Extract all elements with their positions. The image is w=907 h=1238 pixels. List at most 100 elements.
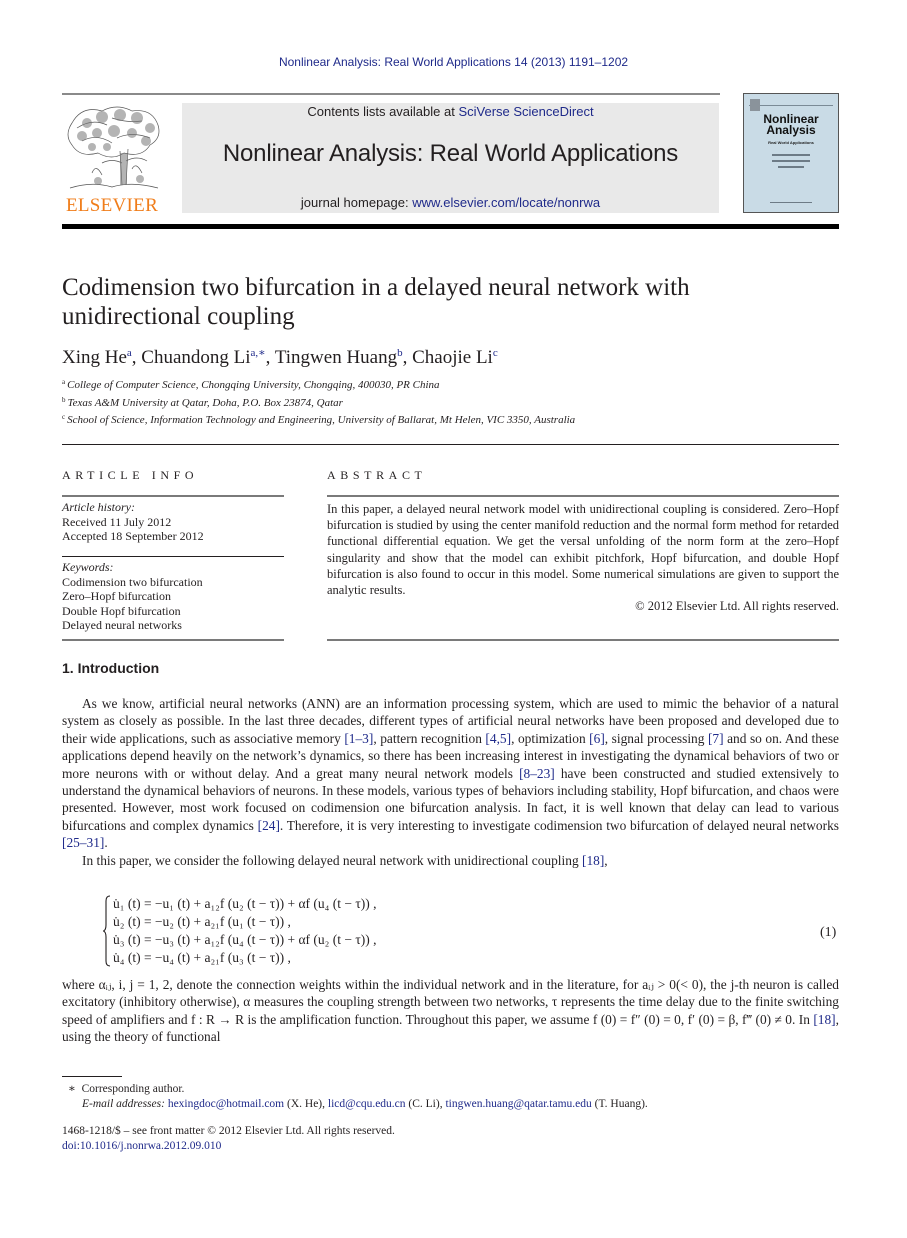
running-head[interactable]: Nonlinear Analysis: Real World Applicati… (0, 55, 907, 69)
email-label: E-mail addresses: (82, 1098, 165, 1110)
keywords-block: Keywords: Codimension two bifurcation Ze… (62, 560, 284, 633)
paragraph-text: . (104, 835, 108, 851)
elsevier-wordmark[interactable]: ELSEVIER (62, 195, 162, 217)
cover-title: Nonlinear Analysis (744, 113, 838, 137)
section-heading-introduction: 1. Introduction (62, 660, 160, 676)
accepted-date: Accepted 18 September 2012 (62, 529, 204, 543)
masthead-rule (62, 93, 720, 95)
paragraph-text: , (604, 852, 608, 868)
keyword: Double Hopf bifurcation (62, 603, 181, 618)
affiliation: a College of Computer Science, Chongqing … (62, 378, 440, 391)
email-owner: (T. Huang). (591, 1098, 648, 1110)
cover-subtitle: Real World Applications (768, 140, 814, 145)
homepage-prefix: journal homepage: (300, 195, 413, 210)
doi-link[interactable]: doi:10.1016/j.nonrwa.2012.09.010 (62, 1140, 221, 1152)
article-info-bottom-rule (62, 639, 284, 641)
article-info-rule (62, 495, 284, 497)
abstract-copyright: © 2012 Elsevier Ltd. All rights reserved… (635, 599, 839, 614)
affiliation-marker[interactable]: c (493, 347, 498, 359)
affiliation-marker[interactable]: a,∗ (251, 347, 266, 359)
paragraph-text: . Therefore, it is very interesting to i… (279, 817, 839, 833)
author-separator: , (402, 347, 413, 368)
abstract: In this paper, a delayed neural network … (327, 501, 839, 614)
author[interactable]: Chaojie Lic (412, 347, 498, 368)
corresponding-author-note: ∗ Corresponding author. (68, 1081, 184, 1095)
intro-paragraph-1: As we know, artificial neural networks (… (62, 695, 839, 869)
email-owner: (C. Li), (405, 1098, 446, 1110)
author-name: Chaojie Li (412, 347, 493, 368)
citation-link[interactable]: [25–31] (62, 835, 104, 850)
cover-logo-box (750, 99, 760, 111)
article-title: Codimension two bifurcation in a delayed… (62, 274, 690, 330)
citation-link[interactable]: [4,5] (485, 731, 511, 746)
email-owner: (X. He), (284, 1098, 328, 1110)
email-link[interactable]: hexingdoc@hotmail.com (168, 1098, 284, 1110)
citation-link[interactable]: [8–23] (519, 766, 555, 781)
citation-link[interactable]: [18] (813, 1012, 835, 1027)
homepage-line: journal homepage: www.elsevier.com/locat… (182, 195, 719, 210)
author-name: Xing He (62, 347, 127, 368)
author-separator: , (265, 347, 275, 368)
cover-text-line (772, 154, 810, 156)
homepage-link[interactable]: www.elsevier.com/locate/nonrwa (412, 195, 600, 210)
footnote-marker: ∗ (68, 1083, 76, 1095)
footnote-text: Corresponding author. (81, 1083, 185, 1095)
citation-link[interactable]: [7] (708, 731, 724, 746)
author[interactable]: Xing Hea (62, 347, 132, 368)
cover-text-line (770, 202, 812, 203)
keyword: Codimension two bifurcation (62, 574, 203, 589)
citation-link[interactable]: [24] (258, 818, 280, 833)
affiliation-label: c (62, 413, 66, 421)
cover-text-line (772, 160, 810, 162)
email-link[interactable]: tingwen.huang@qatar.tamu.edu (445, 1098, 591, 1110)
history-label: Article history: (62, 500, 135, 514)
left-brace-icon (103, 895, 111, 967)
author[interactable]: Chuandong Lia,∗ (141, 347, 265, 368)
journal-cover-thumbnail[interactable]: Nonlinear Analysis Real World Applicatio… (743, 93, 839, 213)
equation-line: u̇₁ (t) = −u₁ (t) + a₁₂f (u₂ (t − τ)) + … (113, 896, 377, 911)
affiliation-text: College of Computer Science, Chongqing U… (67, 379, 440, 391)
author-separator: , (131, 347, 142, 368)
citation-link[interactable]: [1–3] (344, 731, 373, 746)
author-name: Chuandong Li (141, 347, 251, 368)
affiliation-label: b (62, 396, 66, 404)
author-name: Tingwen Huang (274, 347, 398, 368)
keyword: Zero–Hopf bifurcation (62, 589, 171, 603)
keywords-label: Keywords: (62, 560, 114, 574)
affiliation-text: Texas A&M University at Qatar, Doha, P.O… (67, 397, 343, 409)
author[interactable]: Tingwen Huangb (275, 347, 403, 368)
citation-link[interactable]: [6] (589, 731, 605, 746)
email-link[interactable]: licd@cqu.edu.cn (328, 1098, 406, 1110)
sciencedirect-link[interactable]: SciVerse ScienceDirect (458, 104, 593, 119)
equation-lines: u̇₁ (t) = −u₁ (t) + a₁₂f (u₂ (t − τ)) + … (113, 895, 377, 967)
paragraph-text: where αᵢⱼ, i, j = 1, 2, denote the conne… (62, 977, 839, 1027)
affiliation-label: a (62, 378, 66, 386)
author-list: Xing Hea, Chuandong Lia,∗, Tingwen Huang… (62, 346, 498, 369)
paragraph-text: , pattern recognition (373, 730, 486, 746)
intro-paragraph-3: where αᵢⱼ, i, j = 1, 2, denote the conne… (62, 976, 839, 1046)
affiliation-text: School of Science, Information Technolog… (67, 414, 576, 426)
citation-link[interactable]: [18] (582, 853, 604, 868)
paragraph-text: , signal processing (604, 730, 708, 746)
issn-line: 1468-1218/$ – see front matter © 2012 El… (62, 1125, 395, 1137)
affiliation: c School of Science, Information Technolo… (62, 413, 575, 426)
abstract-bottom-rule (327, 639, 839, 641)
equation-line: u̇₂ (t) = −u₂ (t) + a₂₁f (u₁ (t − τ)) , (113, 914, 291, 929)
header-divider (62, 444, 839, 445)
paragraph: where αᵢⱼ, i, j = 1, 2, denote the conne… (62, 976, 839, 1046)
contents-prefix: Contents lists available at (307, 104, 459, 119)
paragraph-text: , optimization (511, 730, 590, 746)
footnote-rule (62, 1076, 122, 1077)
cover-title-line2: Analysis (766, 123, 816, 137)
affiliation: b Texas A&M University at Qatar, Doha, P.… (62, 396, 343, 409)
abstract-text: In this paper, a delayed neural network … (327, 502, 839, 598)
journal-title: Nonlinear Analysis: Real World Applicati… (222, 140, 679, 167)
contents-line: Contents lists available at SciVerse Sci… (182, 104, 719, 119)
doi-text[interactable]: doi:10.1016/j.nonrwa.2012.09.010 (62, 1140, 221, 1152)
equation-line: u̇₄ (t) = −u₄ (t) + a₂₁f (u₃ (t − τ)) , (113, 950, 291, 965)
article-info-heading: ARTICLE INFO (62, 468, 199, 482)
history-divider (62, 556, 284, 557)
received-date: Received 11 July 2012 (62, 514, 172, 529)
tree-icon (67, 106, 160, 189)
keyword: Delayed neural networks (62, 618, 182, 632)
